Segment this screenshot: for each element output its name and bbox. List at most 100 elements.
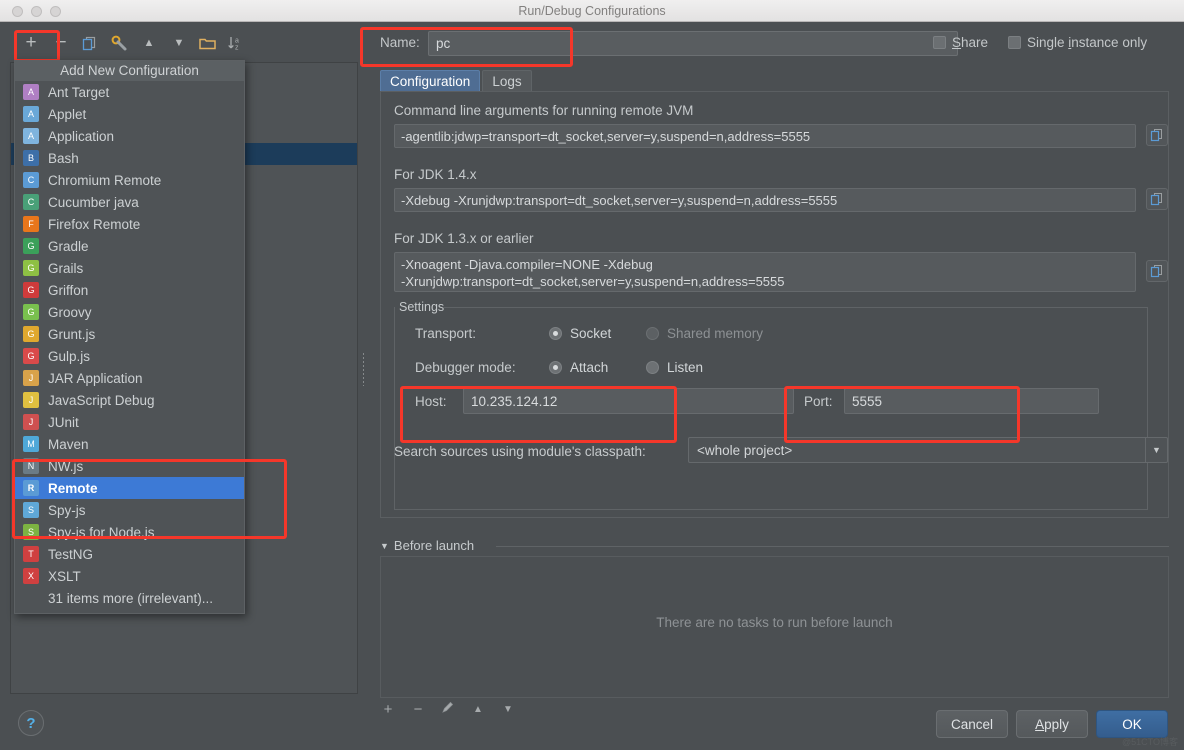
copy-jdk13-button[interactable] — [1146, 260, 1168, 282]
move-task-up-button[interactable]: ▲ — [470, 704, 486, 715]
popup-item-bash[interactable]: B Bash — [15, 147, 244, 169]
window-title: Run/Debug Configurations — [518, 4, 666, 18]
popup-item-label: Bash — [48, 150, 79, 166]
move-configuration-up-button[interactable]: ▲ — [136, 30, 162, 56]
popup-item-spy-js[interactable]: S Spy-js — [15, 499, 244, 521]
before-launch-task-list[interactable]: There are no tasks to run before launch — [380, 556, 1169, 698]
popup-item-xslt[interactable]: X XSLT — [15, 565, 244, 587]
popup-item-more[interactable]: 31 items more (irrelevant)... — [15, 587, 244, 609]
before-launch-title: Before launch — [393, 538, 475, 553]
share-checkbox[interactable]: Share — [933, 35, 988, 50]
apply-mnemonic: A — [1035, 716, 1045, 732]
popup-item-remote[interactable]: R Remote — [15, 477, 244, 499]
popup-item-chromium-remote[interactable]: C Chromium Remote — [15, 169, 244, 191]
popup-item-label: Ant Target — [48, 84, 110, 100]
debugger-mode-attach-radio[interactable]: Attach — [549, 360, 608, 375]
edit-task-button[interactable] — [440, 700, 456, 718]
popup-header: Add New Configuration — [15, 61, 244, 81]
popup-item-testng[interactable]: T TestNG — [15, 543, 244, 565]
single-instance-label-post: nstance only — [1071, 35, 1148, 50]
popup-item-maven[interactable]: M Maven — [15, 433, 244, 455]
popup-item-ant-target[interactable]: A Ant Target — [15, 81, 244, 103]
move-configuration-down-button[interactable]: ▼ — [166, 30, 192, 56]
copy-to-clipboard-icon — [1150, 129, 1162, 142]
copy-to-clipboard-icon — [1150, 265, 1162, 278]
popup-item-grails[interactable]: G Grails — [15, 257, 244, 279]
name-input[interactable] — [428, 31, 958, 56]
chevron-down-icon[interactable]: ▼ — [1145, 438, 1167, 462]
add-configuration-button[interactable]: + — [18, 30, 44, 56]
splitter-grip[interactable] — [362, 352, 366, 386]
remove-configuration-button[interactable]: − — [48, 30, 74, 56]
popup-item-application[interactable]: A Application — [15, 125, 244, 147]
transport-shared-memory-radio-button[interactable] — [646, 327, 659, 340]
popup-item-applet[interactable]: A Applet — [15, 103, 244, 125]
popup-item-javascript-debug[interactable]: J JavaScript Debug — [15, 389, 244, 411]
debugger-mode-attach-radio-button[interactable] — [549, 361, 562, 374]
edit-templates-button[interactable] — [106, 30, 132, 56]
popup-item-cucumber-java[interactable]: C Cucumber java — [15, 191, 244, 213]
spyjs-icon: S — [23, 502, 39, 518]
ok-button[interactable]: OK — [1096, 710, 1168, 738]
apply-button[interactable]: Apply — [1016, 710, 1088, 738]
cancel-button[interactable]: Cancel — [936, 710, 1008, 738]
popup-item-groovy[interactable]: G Groovy — [15, 301, 244, 323]
add-task-button[interactable]: + — [380, 701, 396, 718]
sort-configurations-button[interactable]: a z — [222, 30, 248, 56]
popup-item-jar-application[interactable]: J JAR Application — [15, 367, 244, 389]
popup-item-nw-js[interactable]: N NW.js — [15, 455, 244, 477]
triangle-down-icon[interactable]: ▼ — [380, 541, 389, 551]
tab-logs[interactable]: Logs — [482, 70, 532, 92]
jdk13-field[interactable]: -Xnoagent -Djava.compiler=NONE -Xdebug -… — [394, 252, 1136, 292]
transport-socket-radio[interactable]: Socket — [549, 326, 611, 341]
popup-item-label: JavaScript Debug — [48, 392, 155, 408]
popup-item-grunt-js[interactable]: G Grunt.js — [15, 323, 244, 345]
new-folder-button[interactable] — [194, 30, 220, 56]
popup-item-spy-js-for-node-js[interactable]: S Spy-js for Node.js — [15, 521, 244, 543]
jdk14-field[interactable]: -Xdebug -Xrunjdwp:transport=dt_socket,se… — [394, 188, 1136, 212]
port-input[interactable] — [844, 388, 1099, 414]
debugger-mode-listen-label: Listen — [667, 360, 704, 375]
debugger-mode-attach-label: Attach — [570, 360, 609, 375]
debugger-mode-listen-radio[interactable]: Listen — [646, 360, 703, 375]
popup-item-label: Gulp.js — [48, 348, 91, 364]
popup-item-griffon[interactable]: G Griffon — [15, 279, 244, 301]
move-task-down-button[interactable]: ▼ — [500, 704, 516, 715]
bash-icon: B — [23, 150, 39, 166]
cmdline-args-field[interactable]: -agentlib:jdwp=transport=dt_socket,serve… — [394, 124, 1136, 148]
popup-item-junit[interactable]: J JUnit — [15, 411, 244, 433]
search-sources-combo[interactable]: <whole project> ▼ — [688, 437, 1168, 463]
popup-item-label: XSLT — [48, 568, 81, 584]
share-checkbox-box[interactable] — [933, 36, 946, 49]
popup-item-label: Spy-js — [48, 502, 86, 518]
add-new-configuration-popup[interactable]: Add New Configuration A Ant Target A Applet… — [14, 60, 245, 614]
help-button[interactable]: ? — [18, 710, 44, 736]
host-input[interactable] — [463, 388, 794, 414]
before-launch-header[interactable]: ▼ Before launch — [380, 538, 474, 553]
copy-configuration-button[interactable] — [76, 30, 102, 56]
xslt-icon: X — [23, 568, 39, 584]
port-label: Port: — [804, 394, 833, 409]
share-checkbox-label: Share — [952, 35, 988, 50]
gulp-icon: G — [23, 348, 39, 364]
single-instance-checkbox-box[interactable] — [1008, 36, 1021, 49]
configuration-tab-body: Command line arguments for running remot… — [380, 91, 1169, 518]
popup-item-label: Applet — [48, 106, 87, 122]
popup-item-gulp-js[interactable]: G Gulp.js — [15, 345, 244, 367]
debugger-mode-listen-radio-button[interactable] — [646, 361, 659, 374]
remove-task-button[interactable]: − — [410, 701, 426, 718]
tab-configuration[interactable]: Configuration — [380, 70, 481, 92]
name-row: Name: Share Single instance only — [368, 28, 1176, 60]
copy-jdk14-button[interactable] — [1146, 188, 1168, 210]
popup-item-firefox-remote[interactable]: F Firefox Remote — [15, 213, 244, 235]
single-instance-checkbox[interactable]: Single instance only — [1008, 35, 1147, 50]
single-instance-label-pre: Single — [1027, 35, 1069, 50]
transport-shared-memory-radio[interactable]: Shared memory — [646, 326, 763, 341]
svg-text:z: z — [235, 44, 239, 51]
popup-item-label: TestNG — [48, 546, 94, 562]
grunt-icon: G — [23, 326, 39, 342]
editor-tabs: Configuration Logs — [380, 70, 534, 92]
transport-socket-radio-button[interactable] — [549, 327, 562, 340]
popup-item-gradle[interactable]: G Gradle — [15, 235, 244, 257]
copy-cmdline-args-button[interactable] — [1146, 124, 1168, 146]
